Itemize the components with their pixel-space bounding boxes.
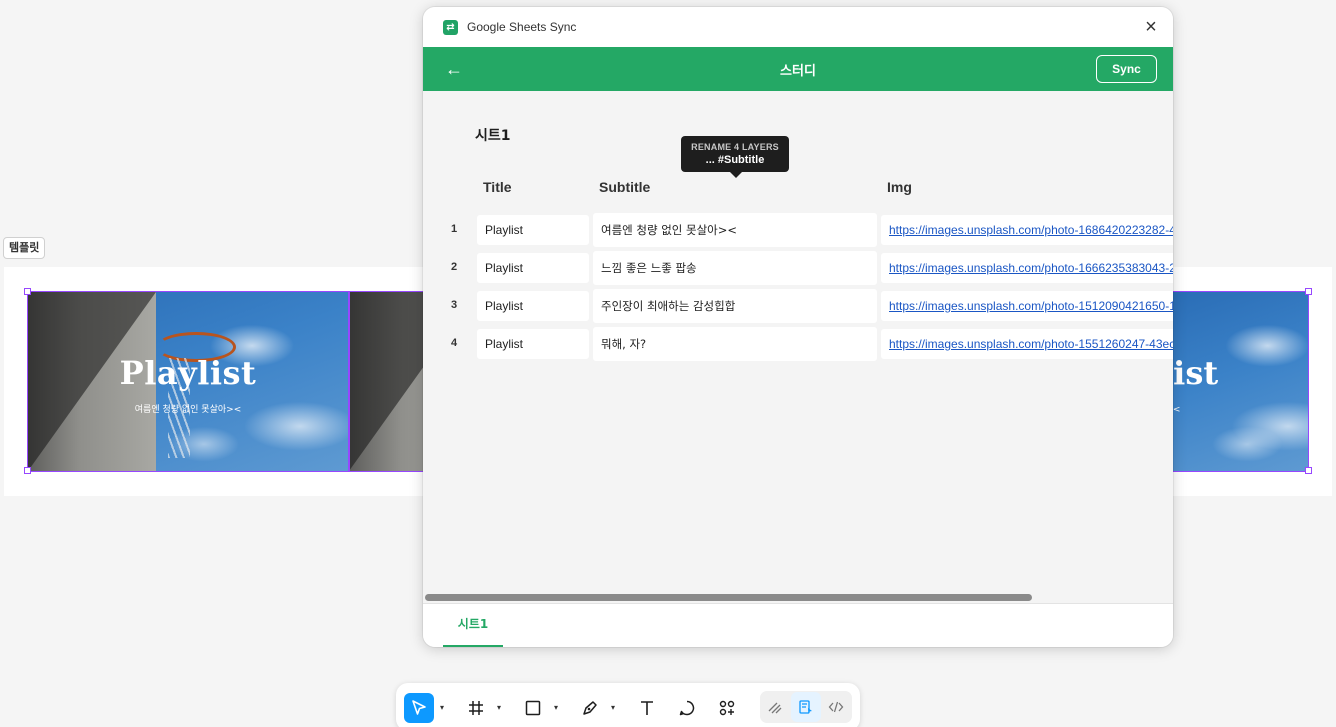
dev-mode-icon[interactable] xyxy=(821,692,851,722)
bottom-toolbar: ▾ ▾ ▾ ▾ xyxy=(396,683,860,727)
plugin-header: ← 스터디 Sync xyxy=(423,47,1173,91)
pen-icon[interactable] xyxy=(575,693,605,723)
row-number: 3 xyxy=(450,299,458,311)
chevron-down-icon[interactable]: ▾ xyxy=(497,703,501,712)
card-title: Playlist xyxy=(119,354,257,392)
cell-img-link[interactable]: https://images.unsplash.com/photo-155126… xyxy=(881,329,1173,359)
tooltip-line1: RENAME 4 LAYERS xyxy=(691,142,779,152)
cell-subtitle[interactable]: 느낌 좋은 느좋 팝송 xyxy=(593,251,877,285)
move-icon[interactable] xyxy=(404,693,434,723)
column-header-title[interactable]: Title xyxy=(483,179,512,195)
frame-icon[interactable] xyxy=(461,693,491,723)
card-wall xyxy=(349,292,423,471)
plugin-window: ⇄ Google Sheets Sync × ← 스터디 Sync 시트1 RE… xyxy=(423,7,1173,647)
playlist-card-1[interactable]: Playlist 여름엔 청량 없인 못살아>< xyxy=(28,292,348,471)
cell-subtitle[interactable]: 주인장이 최애하는 감성힙합 xyxy=(593,289,877,323)
tooltip-line2: ... #Subtitle xyxy=(705,154,765,166)
cell-title[interactable]: Playlist xyxy=(477,253,589,283)
sheet-tabs-bar: 시트1 xyxy=(423,603,1173,647)
card-subtitle: 여름엔 청량 없인 못살아>< xyxy=(134,405,242,415)
playlist-card-4[interactable]: list 아>< xyxy=(1173,292,1308,471)
cell-subtitle[interactable]: 여름엔 청량 없인 못살아>< xyxy=(593,213,877,247)
resize-handle-top-right[interactable] xyxy=(1305,288,1312,295)
cell-img-link[interactable]: https://images.unsplash.com/photo-151209… xyxy=(881,291,1173,321)
sheet-name: 시트1 xyxy=(475,128,511,144)
sync-button[interactable]: Sync xyxy=(1096,55,1157,83)
card-title-partial: list xyxy=(1173,354,1219,392)
cell-img-link[interactable]: https://images.unsplash.com/photo-166623… xyxy=(881,253,1173,283)
plugin-title: Google Sheets Sync xyxy=(467,20,577,34)
row-number: 1 xyxy=(450,223,458,235)
sheet-content: 시트1 RENAME 4 LAYERS ... #Subtitle Title … xyxy=(423,91,1173,599)
chevron-down-icon[interactable]: ▾ xyxy=(554,703,558,712)
actions-icon[interactable] xyxy=(712,693,742,723)
row-number: 4 xyxy=(450,337,458,349)
column-header-subtitle[interactable]: Subtitle xyxy=(599,179,650,195)
cell-img-link[interactable]: https://images.unsplash.com/photo-168642… xyxy=(881,215,1173,245)
rectangle-icon[interactable] xyxy=(518,693,548,723)
plugin-titlebar[interactable]: ⇄ Google Sheets Sync × xyxy=(423,7,1173,47)
cell-title[interactable]: Playlist xyxy=(477,329,589,359)
resize-handle-bottom-left[interactable] xyxy=(24,467,31,474)
column-header-img[interactable]: Img xyxy=(887,179,912,195)
comment-icon[interactable] xyxy=(672,693,702,723)
card-subtitle-partial: 아>< xyxy=(1173,405,1181,415)
resize-handle-top-left[interactable] xyxy=(24,288,31,295)
chevron-down-icon[interactable]: ▾ xyxy=(611,703,615,712)
sheets-sync-icon: ⇄ xyxy=(443,19,458,35)
tab-sheet1[interactable]: 시트1 xyxy=(443,604,503,647)
chevron-down-icon[interactable]: ▾ xyxy=(440,703,444,712)
card-divider xyxy=(348,291,350,472)
draw-mode-icon[interactable] xyxy=(760,692,790,722)
close-icon[interactable]: × xyxy=(1141,17,1161,37)
cell-title[interactable]: Playlist xyxy=(477,215,589,245)
mode-switcher xyxy=(760,691,852,723)
playlist-card-2[interactable] xyxy=(349,292,423,471)
rename-tooltip: RENAME 4 LAYERS ... #Subtitle xyxy=(681,136,789,178)
row-number: 2 xyxy=(450,261,458,273)
header-title: 스터디 xyxy=(780,63,816,79)
horizontal-scrollbar[interactable] xyxy=(425,594,1032,601)
design-mode-icon[interactable] xyxy=(791,692,821,722)
cell-subtitle[interactable]: 뭐해, 자? xyxy=(593,327,877,361)
text-icon[interactable] xyxy=(632,693,662,723)
resize-handle-bottom-right[interactable] xyxy=(1305,467,1312,474)
frame-label[interactable]: 템플릿 xyxy=(3,237,46,259)
cell-title[interactable]: Playlist xyxy=(477,291,589,321)
